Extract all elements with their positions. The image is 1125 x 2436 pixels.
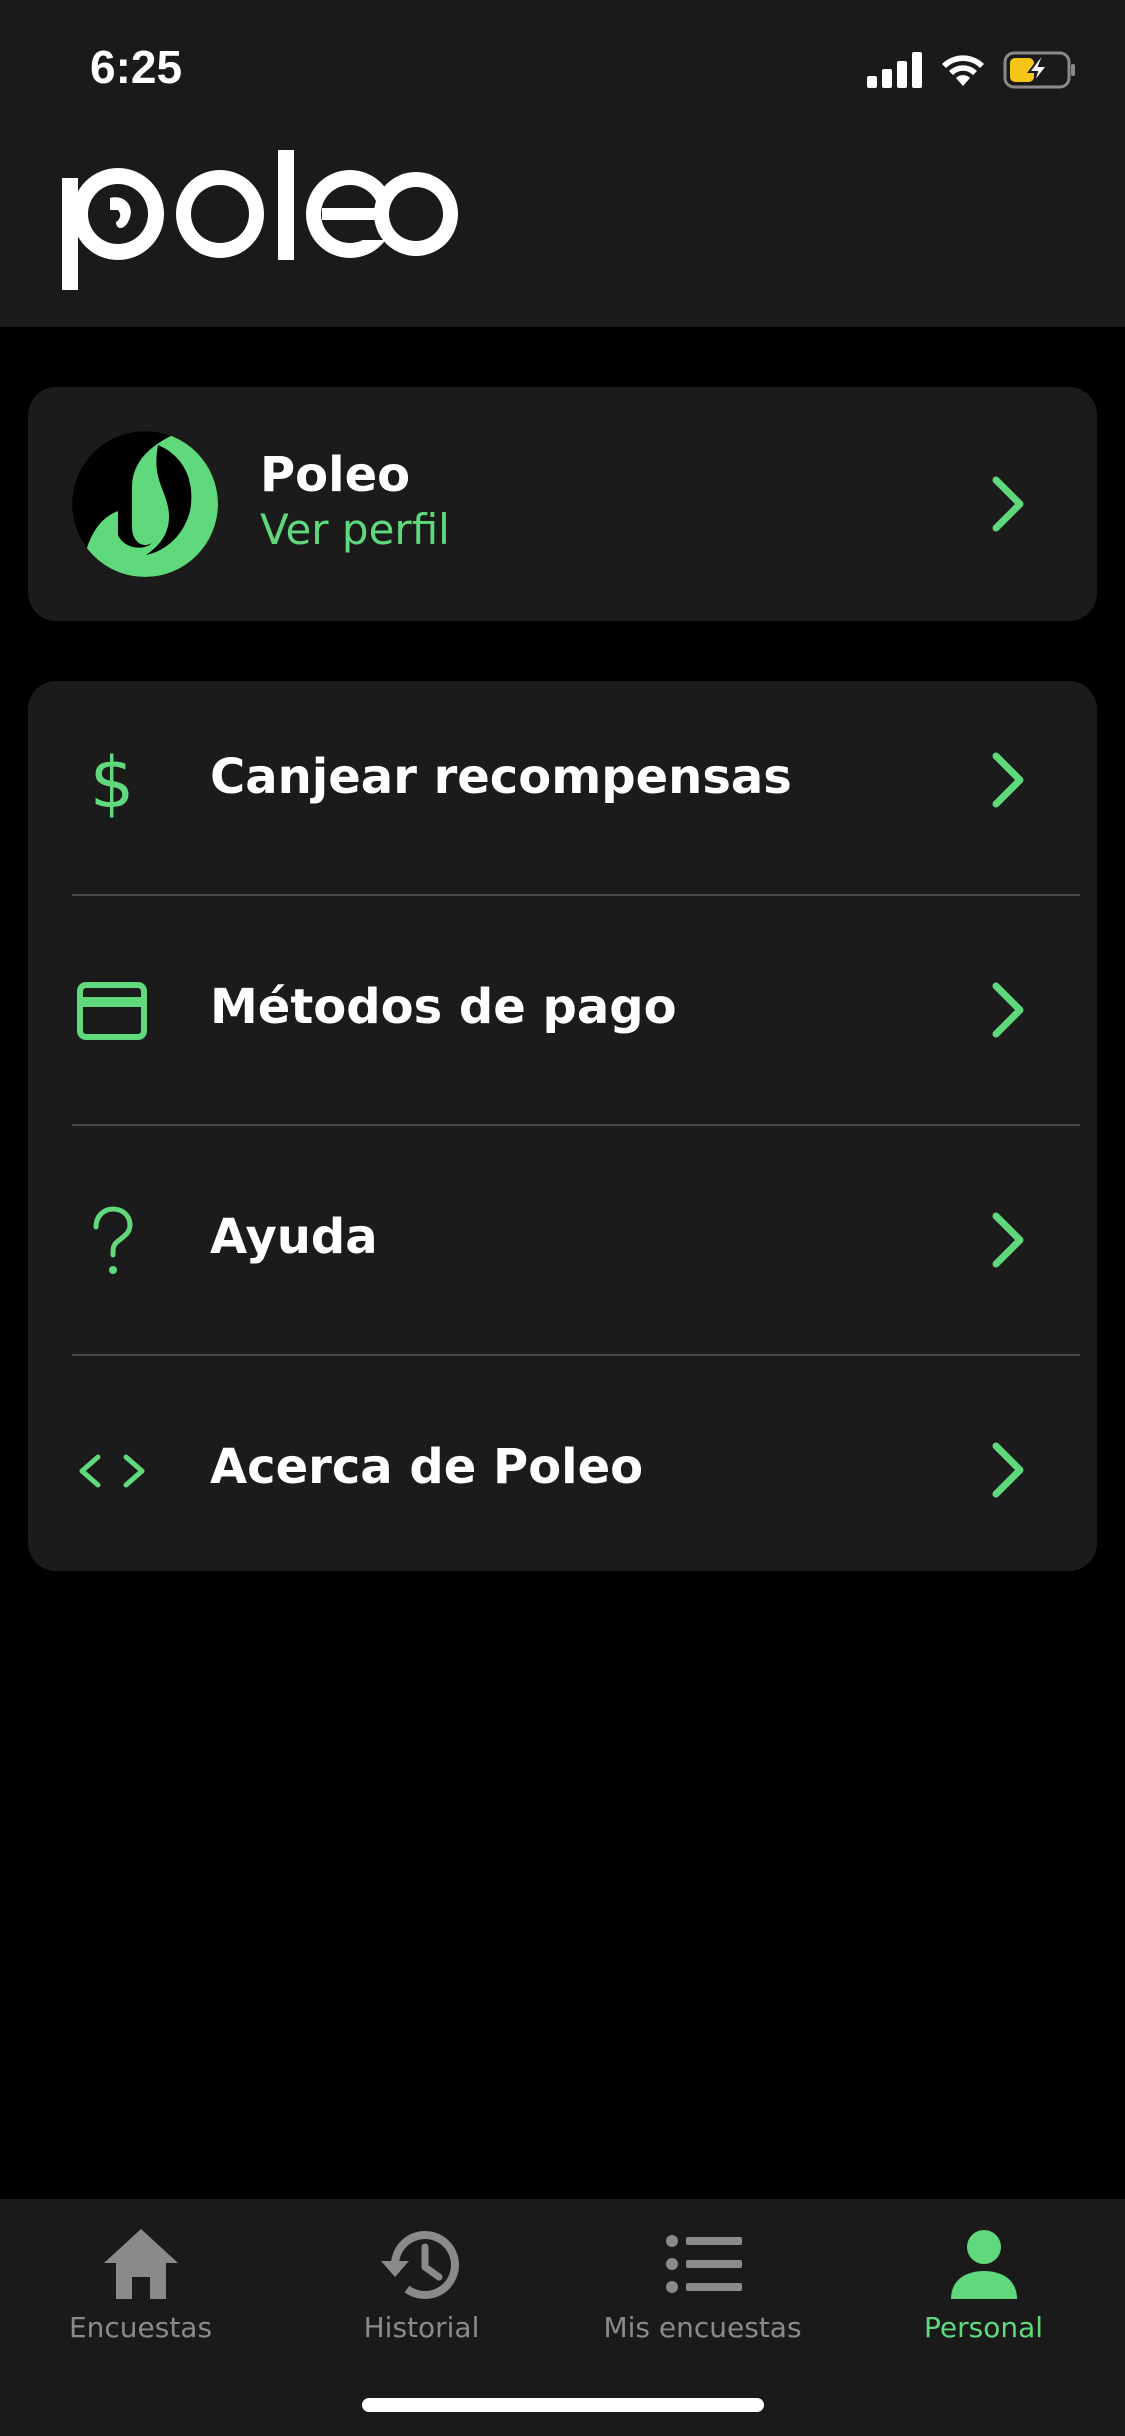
poleo-elephant-icon [72,431,218,577]
home-icon [103,2229,178,2299]
settings-menu: $ Canjear recompensas Métodos de pago Ay… [28,681,1097,1571]
chevron-right-icon [992,1442,1024,1498]
svg-text:$: $ [90,742,135,821]
menu-item-payment-methods[interactable]: Métodos de pago [28,911,1097,1141]
profile-card[interactable]: Poleo Ver perfil [28,387,1097,621]
app-header: 6:25 [0,0,1125,327]
person-icon [950,2230,1017,2299]
tab-label: Mis encuestas [603,2311,802,2344]
wifi-icon [942,55,984,86]
tab-label: Historial [363,2311,480,2344]
menu-item-label: Acerca de Poleo [210,1439,644,1495]
menu-item-help[interactable]: Ayuda [28,1141,1097,1371]
tab-mis-encuestas[interactable]: Mis encuestas [562,2199,843,2379]
profile-name: Poleo [260,447,411,503]
menu-item-about[interactable]: Acerca de Poleo [28,1371,1097,1601]
battery-charging-icon [1003,51,1075,89]
poleo-logo [62,150,458,290]
status-icons [867,48,1077,92]
divider [72,1124,1080,1126]
code-icon [79,1454,145,1488]
menu-item-label: Ayuda [210,1209,378,1265]
signal-icon [867,52,922,88]
chevron-right-icon [992,1212,1024,1268]
avatar [72,431,218,577]
status-bar: 6:25 [0,0,1125,140]
home-indicator [362,2398,764,2412]
tab-historial[interactable]: Historial [281,2199,562,2379]
screen: 6:25 Poleo Ver perfil $ Canjear recompen… [0,0,1125,2436]
tab-personal[interactable]: Personal [843,2199,1124,2379]
status-time: 6:25 [90,41,183,93]
tab-label: Encuestas [68,2311,213,2344]
menu-item-label: Métodos de pago [210,979,677,1035]
credit-card-icon [77,982,147,1040]
tab-label: Personal [923,2311,1044,2344]
view-profile-link[interactable]: Ver perfil [260,505,450,554]
question-icon [93,1206,133,1274]
tab-encuestas[interactable]: Encuestas [0,2199,281,2379]
list-icon [665,2235,742,2293]
history-icon [380,2231,459,2299]
chevron-right-icon [992,476,1024,532]
chevron-right-icon [992,752,1024,808]
dollar-icon: $ [90,742,135,821]
menu-item-label: Canjear recompensas [210,749,792,805]
chevron-right-icon [992,982,1024,1038]
divider [72,1354,1080,1356]
divider [72,894,1080,896]
menu-item-redeem-rewards[interactable]: $ Canjear recompensas [28,681,1097,911]
